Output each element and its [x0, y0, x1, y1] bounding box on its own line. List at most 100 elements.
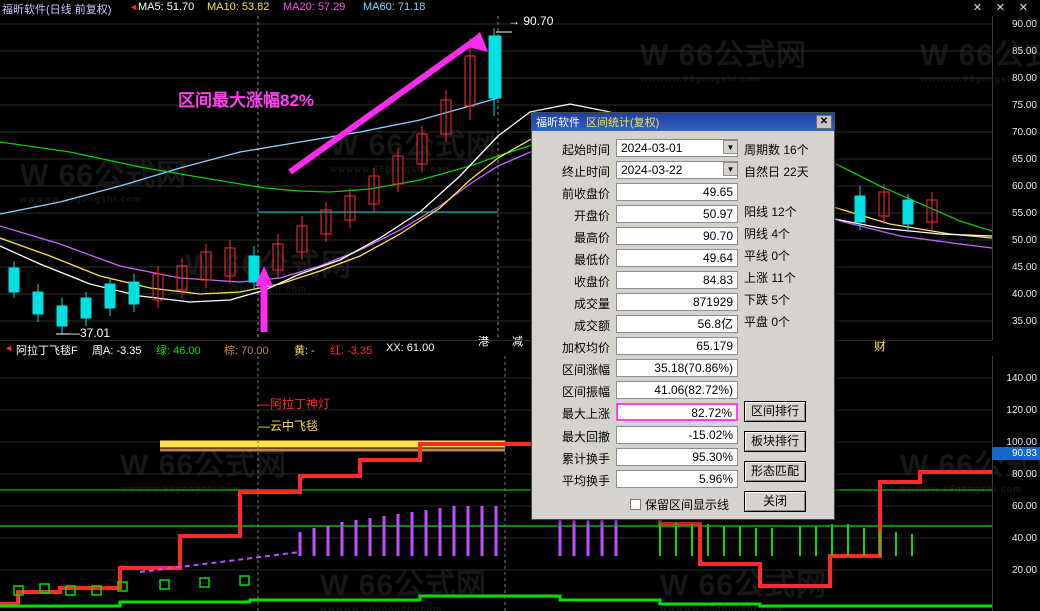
axis-label: 140.00 — [1006, 373, 1037, 384]
axis-label: 35.00 — [1011, 316, 1037, 327]
field-value: 82.72% — [616, 403, 738, 421]
checkbox-box[interactable] — [630, 499, 641, 510]
ma5-legend: MA5: 51.70 — [138, 1, 195, 13]
field-label: 开盘价 — [573, 209, 610, 223]
checkbox-label: 保留区间显示线 — [645, 498, 730, 512]
field-value: 56.8亿 — [616, 315, 738, 333]
axis-label: 60.00 — [1011, 501, 1037, 512]
window-controls[interactable]: ✕ ✕ ✕ — [958, 0, 1038, 14]
field-label: 最高价 — [573, 231, 610, 245]
axis-label: 40.00 — [1011, 289, 1037, 300]
max-gain-annotation: 区间最大涨幅82% — [178, 91, 315, 110]
field-value[interactable]: 2024-03-22 — [616, 161, 738, 179]
stat-down-days: 下跌 5个 — [744, 291, 790, 308]
field-value: 35.18(70.86%) — [616, 359, 738, 377]
keep-range-lines-checkbox[interactable]: 保留区间显示线 — [630, 496, 729, 513]
field-label: 成交额 — [573, 319, 610, 333]
indicator-chart[interactable] — [0, 356, 992, 611]
stat-periods: 周期数 16个 — [744, 141, 809, 158]
stat-value: 22天 — [783, 165, 809, 179]
axis-label: 75.00 — [1011, 100, 1037, 111]
indicator-legend-xx: XX: 61.00 — [386, 342, 435, 354]
axis-label: 40.00 — [1011, 533, 1037, 544]
field-label: 最低价 — [573, 253, 610, 267]
stat-flat-candles: 平线 0个 — [744, 247, 790, 264]
chevron-down-icon[interactable]: ▼ — [723, 162, 738, 176]
field-label: 区间振幅 — [561, 385, 610, 399]
indicator-caret-icon[interactable]: ◄ — [4, 343, 13, 353]
dialog-body: 起始时间 2024-03-01 ▼ 终止时间 2024-03-22 ▼ 前收盘价… — [532, 131, 834, 520]
dialog-app-name: 福昕软件 — [536, 117, 580, 129]
axis-label: 80.00 — [1011, 73, 1037, 84]
close-button[interactable]: 关闭 — [744, 491, 806, 512]
dialog-titlebar[interactable]: 福昕软件 区间统计(复权) ✕ — [532, 113, 834, 131]
ma10-legend: MA10: 53.82 — [207, 1, 270, 13]
field-value: 41.06(82.72%) — [616, 381, 738, 399]
range-statistics-dialog[interactable]: 福昕软件 区间统计(复权) ✕ 起始时间 2024-03-01 ▼ 终止时间 2… — [531, 112, 835, 520]
stat-label: 自然日 — [744, 165, 781, 179]
axis-label: 85.00 — [1011, 46, 1037, 57]
field-value: 65.179 — [616, 337, 738, 355]
low-price-annotation: —37.01 — [68, 326, 111, 340]
field-label: 加权均价 — [561, 341, 610, 355]
field-value: 5.96% — [616, 470, 738, 488]
chevron-down-icon[interactable]: ▼ — [723, 140, 738, 154]
pattern-match-button[interactable]: 形态匹配 — [744, 461, 806, 482]
field-label: 累计换手 — [561, 452, 610, 466]
axis-label: 65.00 — [1011, 154, 1037, 165]
stat-value: 12个 — [771, 205, 797, 219]
axis-label: 80.00 — [1011, 469, 1037, 480]
ma60-legend: MA60: 71.18 — [363, 1, 426, 13]
dialog-subtitle: 区间统计(复权) — [586, 117, 660, 129]
field-value: 871929 — [616, 293, 738, 311]
field-value: 49.65 — [616, 183, 738, 201]
stat-flat-days: 平盘 0个 — [744, 313, 790, 330]
sector-ranking-button[interactable]: 板块排行 — [744, 431, 806, 452]
stat-label: 下跌 — [744, 293, 769, 307]
stat-value: 4个 — [771, 227, 791, 241]
field-label: 终止时间 — [561, 165, 610, 179]
axis-label: 20.00 — [1011, 565, 1037, 576]
stat-label: 平线 — [744, 249, 769, 263]
stat-label: 阳线 — [744, 205, 769, 219]
field-label: 区间涨幅 — [561, 363, 610, 377]
ma20-legend: MA20: 57.29 — [283, 1, 346, 13]
stat-up-candles: 阳线 12个 — [744, 203, 797, 220]
field-value: 90.70 — [616, 227, 738, 245]
close-icon[interactable]: ✕ — [816, 115, 832, 129]
header-caret-icon[interactable]: ◄ — [129, 2, 138, 12]
stat-label: 上涨 — [744, 271, 769, 285]
stat-value: 0个 — [771, 249, 791, 263]
field-value[interactable]: 2024-03-01 — [616, 139, 738, 157]
axis-label: 60.00 — [1011, 181, 1037, 192]
close-icon-2[interactable]: ✕ — [996, 1, 1005, 14]
high-price-annotation: → 90.70 — [508, 14, 554, 28]
axis-label: 45.00 — [1011, 262, 1037, 273]
stat-up-days: 上涨 11个 — [744, 269, 796, 286]
range-ranking-button[interactable]: 区间排行 — [744, 401, 806, 422]
close-icon-3[interactable]: ✕ — [1019, 1, 1028, 14]
field-value: 49.64 — [616, 249, 738, 267]
field-value: 50.97 — [616, 205, 738, 223]
price-chart[interactable] — [0, 16, 992, 340]
stat-label: 周期数 — [744, 143, 781, 157]
indicator-header: ◄ 阿拉丁飞毯F 周A: -3.35 绿: 46.00 棕: 70.00 黄: … — [0, 340, 992, 357]
field-value: -15.02% — [616, 426, 738, 444]
field-label: 收盘价 — [573, 275, 610, 289]
close-icon-1[interactable]: ✕ — [973, 1, 982, 14]
axis-label: 55.00 — [1011, 208, 1037, 219]
stat-label: 阴线 — [744, 227, 769, 241]
stat-down-candles: 阴线 4个 — [744, 225, 790, 242]
field-label: 起始时间 — [561, 143, 610, 157]
gain-arrow — [288, 32, 488, 175]
stat-value: 0个 — [771, 315, 791, 329]
axis-label: 70.00 — [1011, 127, 1037, 138]
axis-label: 120.00 — [1006, 405, 1037, 416]
field-label: 最大上涨 — [561, 407, 610, 421]
field-label: 成交量 — [573, 297, 610, 311]
stat-label: 平盘 — [744, 315, 769, 329]
price-axis: 90.00 85.00 80.00 75.00 70.00 65.00 60.0… — [992, 16, 1040, 340]
indicator-axis: 140.00 120.00 100.00 80.00 60.00 40.00 2… — [992, 356, 1040, 611]
current-value-badge: 90.83 — [992, 447, 1040, 460]
stat-value: 11个 — [771, 271, 796, 285]
